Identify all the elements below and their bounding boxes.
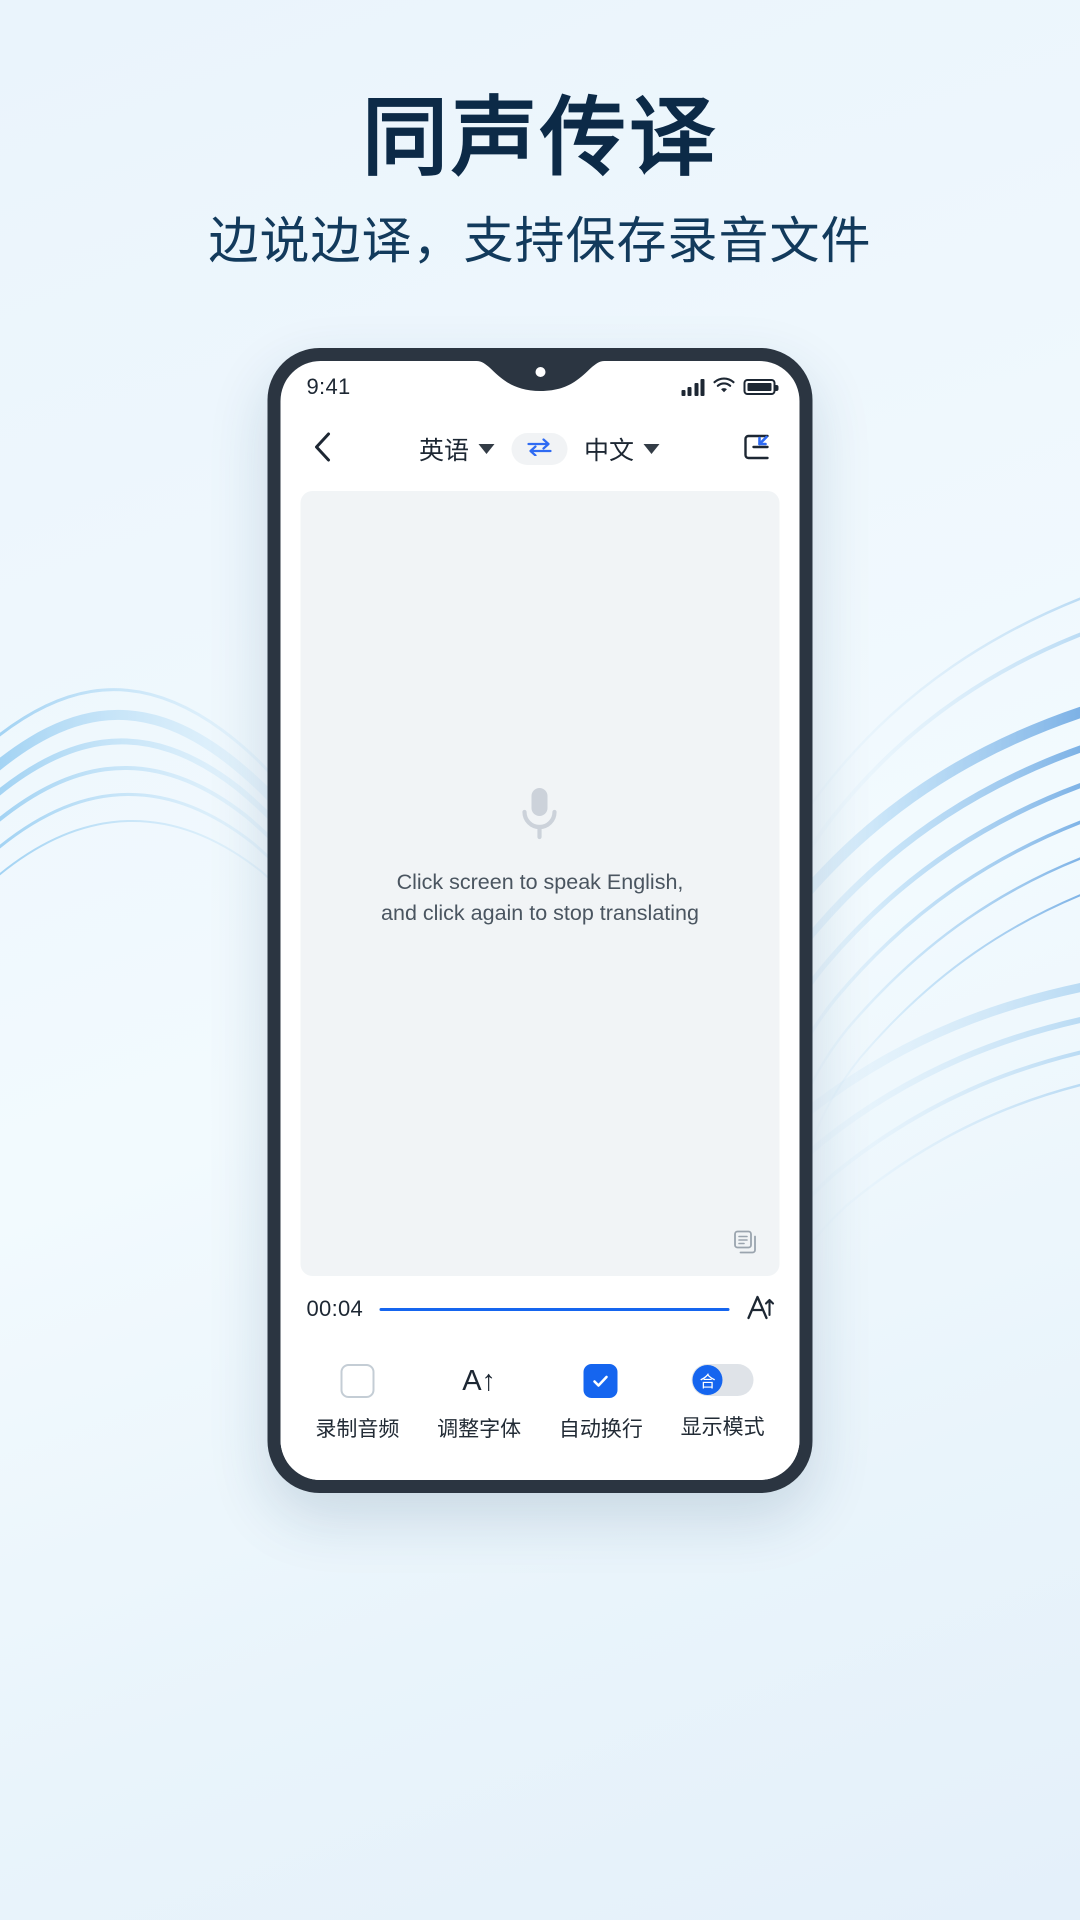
status-icons [681, 377, 779, 398]
source-language-label: 英语 [418, 437, 469, 465]
chevron-down-icon [478, 444, 494, 454]
signal-bars-icon [681, 378, 705, 396]
toolbar-item-adjust-font[interactable]: A↑ 调整字体 [418, 1364, 540, 1443]
mode-toggle-icon[interactable]: 合 [691, 1364, 754, 1396]
font-resize-icon [746, 1291, 778, 1328]
transcript-panel[interactable]: Click screen to speak English, and click… [300, 491, 780, 1276]
page-subtitle: 边说边译，支持保存录音文件 [208, 212, 872, 269]
recording-progress-row: 00:04 [280, 1276, 800, 1342]
toolbar-label-display-mode: 显示模式 [680, 1416, 765, 1439]
progress-fill [379, 1307, 730, 1311]
hint-line-1: Click screen to speak English, [396, 870, 684, 895]
toolbar-label-adjust-font: 调整字体 [437, 1418, 522, 1441]
checkbox-checked-icon[interactable] [583, 1364, 618, 1398]
chevron-down-icon [643, 444, 660, 454]
language-selector-group: 英语 中文 [343, 431, 736, 467]
app-navbar: 英语 中文 [280, 413, 800, 485]
source-language-picker[interactable]: 英语 [419, 431, 494, 467]
progress-track[interactable] [379, 1307, 730, 1311]
mic-hint-block: Click screen to speak English, and click… [381, 786, 699, 928]
camera-notch [476, 361, 604, 391]
promo-header: 同声传译 边说边译，支持保存录音文件 [0, 0, 1080, 271]
elapsed-time: 00:04 [306, 1296, 364, 1321]
hint-line-2: and click again to stop translating [381, 901, 699, 925]
font-increase-icon: A↑ [462, 1365, 497, 1397]
bottom-toolbar: 录制音频 A↑ 调整字体 自动换行 合 显示模式 [280, 1342, 800, 1480]
toolbar-label-auto-wrap: 自动换行 [558, 1418, 643, 1441]
battery-icon [743, 379, 779, 395]
transcript-area: Click screen to speak English, and click… [281, 485, 800, 1276]
swap-languages-button[interactable] [511, 433, 567, 465]
collapse-screen-icon [742, 432, 772, 467]
transcript-hint: Click screen to speak English, and click… [381, 867, 699, 928]
chevron-left-icon [314, 432, 332, 467]
back-button[interactable] [303, 429, 343, 469]
toolbar-item-record-audio[interactable]: 录制音频 [297, 1364, 419, 1443]
phone-screen: 9:41 英语 中文 Click screen to speak English… [280, 361, 800, 1480]
toolbar-label-record-audio: 录制音频 [315, 1418, 400, 1441]
fullscreen-button[interactable] [736, 428, 778, 470]
target-language-picker[interactable]: 中文 [584, 431, 660, 467]
toolbar-item-display-mode[interactable]: 合 显示模式 [662, 1364, 784, 1441]
microphone-icon [519, 786, 561, 845]
wifi-icon [713, 377, 735, 398]
checkbox-unchecked-icon[interactable] [340, 1364, 375, 1398]
page-title: 同声传译 [362, 90, 718, 186]
target-language-label: 中文 [584, 437, 635, 465]
toolbar-item-auto-wrap[interactable]: 自动换行 [540, 1364, 662, 1443]
font-size-button[interactable] [746, 1291, 778, 1328]
phone-mockup: 9:41 英语 中文 Click screen to speak English… [267, 348, 813, 1493]
status-time: 9:41 [306, 374, 351, 399]
copy-button[interactable] [730, 1228, 762, 1260]
mode-toggle-knob: 合 [692, 1365, 723, 1395]
swap-arrows-icon [526, 437, 552, 461]
copy-icon [733, 1229, 759, 1260]
